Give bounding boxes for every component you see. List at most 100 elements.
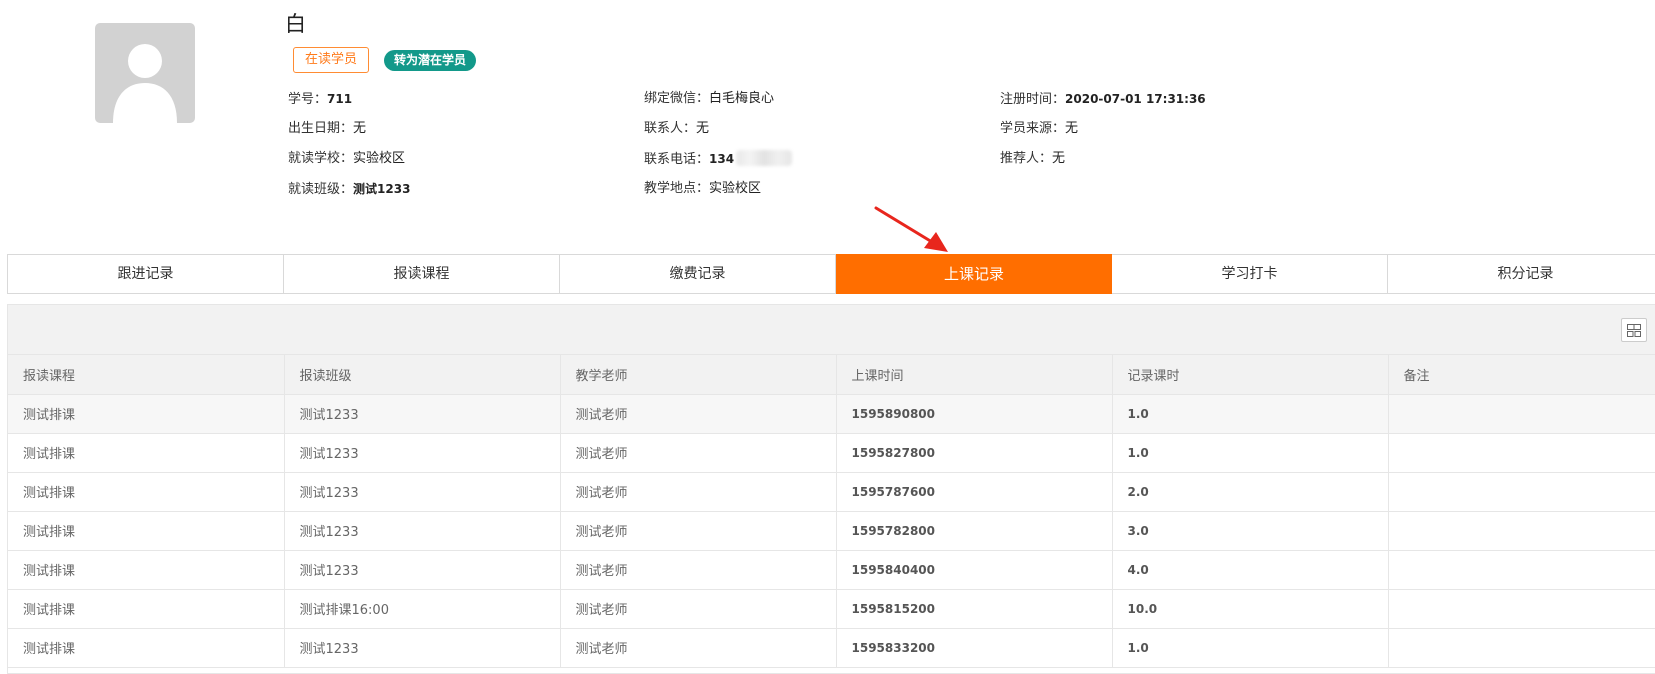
cell-class: 测试排课16:00	[284, 589, 561, 629]
table-toolbar	[8, 305, 1655, 355]
cell-course: 测试排课	[8, 550, 285, 590]
cell-remark	[1388, 472, 1655, 512]
grid-columns-icon	[1627, 324, 1641, 337]
table-row[interactable]: 测试排课 测试1233 测试老师 1595890800 1.0	[8, 394, 1655, 434]
tab-enrolled-courses[interactable]: 报读课程	[284, 255, 560, 293]
phone-redaction	[736, 150, 793, 166]
tab-study-checkin[interactable]: 学习打卡	[1112, 255, 1388, 293]
cell-teacher: 测试老师	[560, 589, 837, 629]
info-label: 绑定微信：	[644, 91, 710, 106]
info-birthday: 出生日期：无	[288, 120, 366, 138]
cell-hours: 10.0	[1112, 589, 1389, 629]
info-contact: 联系人：无	[644, 120, 709, 138]
cell-class-time: 1595890800	[836, 394, 1113, 434]
info-wechat: 绑定微信：白毛梅良心	[644, 90, 774, 108]
cell-hours: 2.0	[1112, 472, 1389, 512]
cell-remark	[1388, 628, 1655, 668]
info-value: 实验校区	[709, 181, 762, 196]
cell-hours: 4.0	[1112, 550, 1389, 590]
cell-class: 测试1233	[284, 472, 561, 512]
info-value: 测试1233	[353, 182, 411, 196]
table-row[interactable]: 测试排课 测试1233 测试老师 1595782800 3.0	[8, 511, 1655, 551]
tab-payment-records[interactable]: 缴费记录	[560, 255, 836, 293]
convert-to-potential-button[interactable]: 转为潜在学员	[384, 50, 477, 71]
cell-class-time: 1595840400	[836, 550, 1113, 590]
table-row[interactable]: 测试排课 测试排课16:00 测试老师 1595815200 10.0	[8, 589, 1655, 629]
info-referrer: 推荐人：无	[1000, 150, 1065, 168]
cell-course: 测试排课	[8, 394, 285, 434]
cell-class: 测试1233	[284, 628, 561, 668]
info-label: 推荐人：	[1000, 151, 1053, 166]
table-header-row: 报读课程 报读班级 教学老师 上课时间 记录课时 备注	[8, 355, 1655, 395]
info-label: 学号：	[288, 92, 328, 107]
info-label: 教学地点：	[644, 181, 710, 196]
tab-follow-up[interactable]: 跟进记录	[8, 255, 284, 293]
cell-class: 测试1233	[284, 394, 561, 434]
tab-points-records[interactable]: 积分记录	[1388, 255, 1655, 293]
attendance-table: 报读课程 报读班级 教学老师 上课时间 记录课时 备注 测试排课 测试1233 …	[8, 355, 1655, 668]
avatar	[95, 23, 195, 123]
cell-hours: 3.0	[1112, 511, 1389, 551]
table-row[interactable]: 测试排课 测试1233 测试老师 1595840400 4.0	[8, 550, 1655, 590]
cell-remark	[1388, 433, 1655, 473]
cell-course: 测试排课	[8, 511, 285, 551]
cell-hours: 1.0	[1112, 394, 1389, 434]
table-row[interactable]: 测试排课 测试1233 测试老师 1595833200 1.0	[8, 628, 1655, 668]
column-header[interactable]: 记录课时	[1112, 355, 1389, 395]
column-header[interactable]: 报读课程	[8, 355, 285, 395]
cell-remark	[1388, 394, 1655, 434]
cell-class: 测试1233	[284, 511, 561, 551]
cell-class-time: 1595815200	[836, 589, 1113, 629]
info-value: 白毛梅良心	[709, 91, 775, 106]
info-register-time: 注册时间：2020-07-01 17:31:36	[1000, 90, 1206, 109]
info-phone: 联系电话：134	[644, 150, 793, 169]
info-label: 联系人：	[644, 121, 697, 136]
info-label: 学员来源：	[1000, 121, 1066, 136]
cell-remark	[1388, 511, 1655, 551]
info-label: 联系电话：	[644, 152, 710, 167]
attendance-table-panel: 报读课程 报读班级 教学老师 上课时间 记录课时 备注 测试排课 测试1233 …	[7, 304, 1655, 674]
info-school: 就读学校：实验校区	[288, 150, 405, 168]
info-value: 无	[353, 121, 367, 136]
status-badge: 在读学员	[293, 47, 370, 73]
info-teaching-location: 教学地点：实验校区	[644, 180, 761, 198]
info-source: 学员来源：无	[1000, 120, 1078, 138]
cell-teacher: 测试老师	[560, 550, 837, 590]
cell-class-time: 1595827800	[836, 433, 1113, 473]
column-header[interactable]: 备注	[1388, 355, 1655, 395]
cell-remark	[1388, 589, 1655, 629]
student-name: 白	[285, 12, 306, 36]
cell-class: 测试1233	[284, 550, 561, 590]
cell-remark	[1388, 550, 1655, 590]
info-value: 无	[1052, 151, 1066, 166]
cell-course: 测试排课	[8, 589, 285, 629]
cell-class-time: 1595782800	[836, 511, 1113, 551]
cell-course: 测试排课	[8, 628, 285, 668]
column-header[interactable]: 报读班级	[284, 355, 561, 395]
cell-course: 测试排课	[8, 472, 285, 512]
cell-class-time: 1595833200	[836, 628, 1113, 668]
info-label: 就读班级：	[288, 182, 354, 197]
info-label: 注册时间：	[1000, 92, 1066, 107]
column-header[interactable]: 上课时间	[836, 355, 1113, 395]
info-value: 无	[696, 121, 710, 136]
column-toggle-button[interactable]	[1621, 318, 1647, 342]
info-value: 711	[327, 92, 353, 106]
red-arrow-icon	[874, 206, 948, 252]
info-student-id: 学号：711	[288, 90, 352, 109]
cell-hours: 1.0	[1112, 628, 1389, 668]
info-label: 就读学校：	[288, 151, 354, 166]
info-value: 134	[709, 152, 735, 166]
cell-teacher: 测试老师	[560, 472, 837, 512]
tab-attendance-records[interactable]: 上课记录	[836, 254, 1112, 294]
column-header[interactable]: 教学老师	[560, 355, 837, 395]
info-class: 就读班级：测试1233	[288, 180, 410, 199]
record-tabs: 跟进记录 报读课程 缴费记录 上课记录 学习打卡 积分记录	[7, 254, 1655, 294]
user-silhouette-icon	[113, 44, 177, 123]
table-row[interactable]: 测试排课 测试1233 测试老师 1595787600 2.0	[8, 472, 1655, 512]
info-value: 2020-07-01 17:31:36	[1065, 92, 1206, 106]
table-row[interactable]: 测试排课 测试1233 测试老师 1595827800 1.0	[8, 433, 1655, 473]
cell-teacher: 测试老师	[560, 433, 837, 473]
cell-course: 测试排课	[8, 433, 285, 473]
info-value: 实验校区	[353, 151, 406, 166]
